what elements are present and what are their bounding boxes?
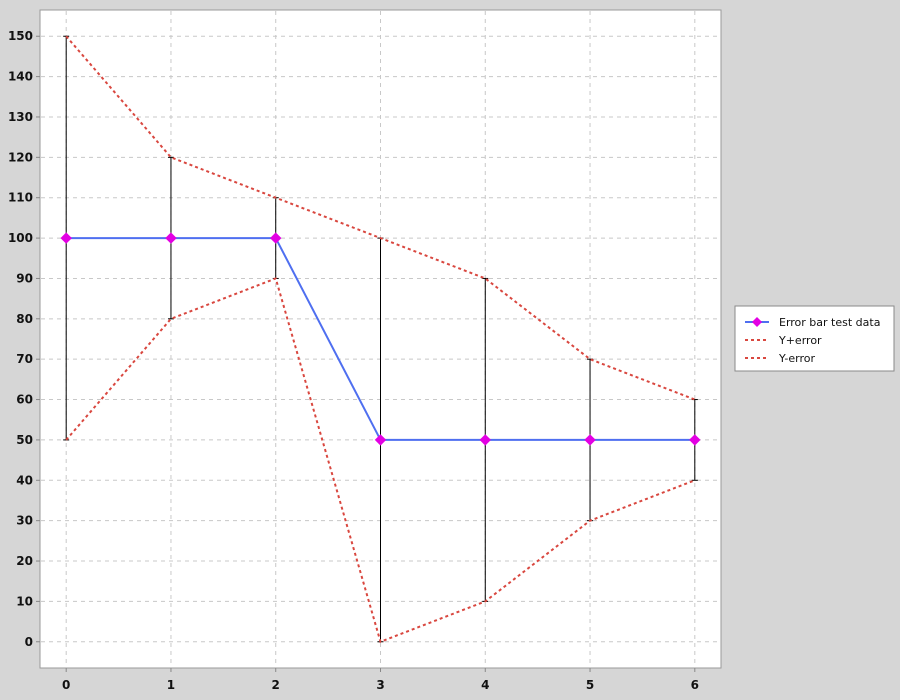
chart-area: 0 10 20 30 40 50 60 70 80 90 100 110 120 130 140 150 0 1 2… [0, 0, 900, 700]
y-tick-label: 100 [8, 231, 33, 245]
y-tick-label: 110 [8, 191, 33, 205]
legend: Error bar test data Y+error Y-error [734, 305, 895, 372]
x-tick-label: 6 [691, 678, 699, 692]
y-tick-label: 130 [8, 110, 33, 124]
y-tick-label: 140 [8, 70, 33, 84]
legend-item-error-bar-test-data: Error bar test data [779, 316, 880, 329]
y-tick-label: 70 [16, 352, 33, 366]
y-tick-label: 30 [16, 514, 33, 528]
legend-item-y-plus-error: Y+error [778, 334, 822, 347]
y-tick-label: 120 [8, 150, 33, 164]
legend-item-y-minus-error: Y-error [778, 352, 815, 365]
y-tick-label: 40 [16, 473, 33, 487]
y-tick-label: 20 [16, 554, 33, 568]
x-tick-label: 1 [167, 678, 175, 692]
x-tick-label: 5 [586, 678, 594, 692]
x-tick-label: 2 [272, 678, 280, 692]
y-tick-label: 0 [25, 635, 33, 649]
y-tick-label: 10 [16, 594, 33, 608]
y-tick-label: 80 [16, 312, 33, 326]
chart-svg: 0 10 20 30 40 50 60 70 80 90 100 110 120 130 140 150 0 1 2… [8, 9, 895, 692]
y-tick-label: 90 [16, 271, 33, 285]
y-tick-label: 150 [8, 29, 33, 43]
x-tick-label: 4 [481, 678, 489, 692]
y-tick-label: 50 [16, 433, 33, 447]
y-tick-label: 60 [16, 393, 33, 407]
x-tick-label: 0 [62, 678, 70, 692]
x-tick-label: 3 [376, 678, 384, 692]
